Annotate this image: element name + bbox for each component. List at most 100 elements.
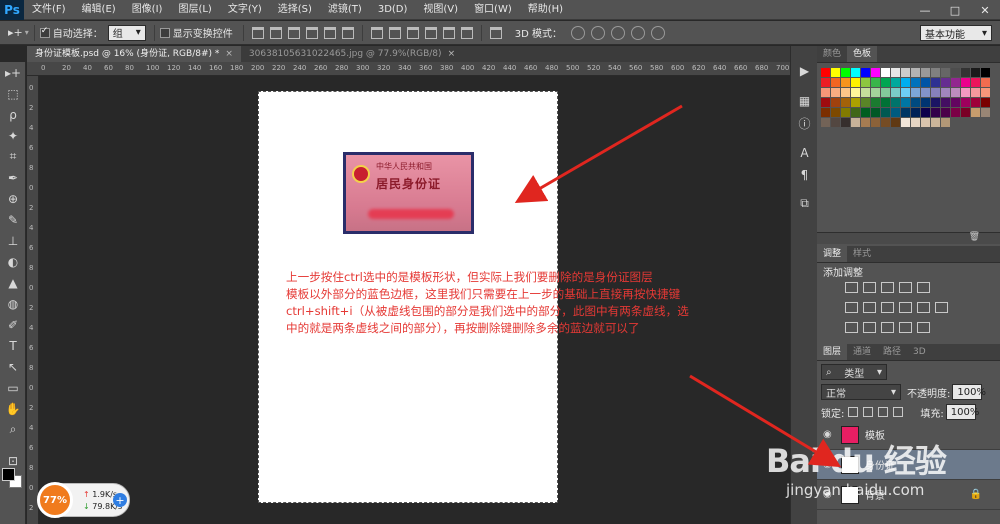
color-swatch[interactable] [831, 108, 840, 117]
color-swatch[interactable] [901, 78, 910, 87]
selective-color-icon[interactable] [917, 322, 930, 333]
tab-photo-jpg[interactable]: 30638105631022465.jpg @ 77.9%(RGB/8) × [241, 46, 463, 62]
color-swatch[interactable] [851, 98, 860, 107]
color-swatch[interactable] [941, 78, 950, 87]
color-swatch[interactable] [851, 108, 860, 117]
color-lookup-icon[interactable] [935, 302, 948, 313]
color-swatch[interactable] [911, 88, 920, 97]
color-swatch[interactable] [961, 108, 970, 117]
rectangle-tool-icon[interactable]: ▭ [0, 377, 26, 398]
distribute-vcenter-icon[interactable] [388, 26, 401, 39]
color-swatch[interactable] [841, 108, 850, 117]
tab-3d[interactable]: 3D [907, 344, 932, 360]
lock-position-icon[interactable] [878, 407, 889, 417]
color-swatch[interactable] [861, 98, 870, 107]
color-swatch[interactable] [901, 88, 910, 97]
lock-all-icon[interactable] [893, 407, 904, 417]
auto-select-checkbox[interactable] [39, 26, 50, 38]
color-swatch[interactable] [841, 118, 850, 127]
distribute-bottom-icon[interactable] [406, 26, 419, 39]
color-swatch[interactable] [871, 78, 880, 87]
color-swatch[interactable] [931, 98, 940, 107]
color-swatch[interactable] [841, 68, 850, 77]
align-bottom-icon[interactable] [287, 26, 300, 39]
photo-filter-icon[interactable] [899, 302, 912, 313]
color-swatch[interactable] [881, 68, 890, 77]
menu-help[interactable]: 帮助(H) [520, 0, 571, 20]
close-icon[interactable]: × [225, 46, 233, 62]
color-swatch[interactable] [841, 78, 850, 87]
color-swatch[interactable] [861, 118, 870, 127]
color-swatch[interactable] [921, 88, 930, 97]
color-swatch[interactable] [971, 108, 980, 117]
blend-mode-dropdown[interactable]: 正常 ▾ [821, 384, 901, 400]
color-swatch[interactable] [821, 118, 830, 127]
scale-3d-icon[interactable] [651, 25, 666, 40]
color-swatch[interactable] [971, 68, 980, 77]
menu-type[interactable]: 文字(Y) [220, 0, 270, 20]
color-swatch[interactable] [921, 78, 930, 87]
fill-input[interactable]: 100% [945, 404, 979, 420]
tab-color[interactable]: 颜色 [817, 46, 847, 62]
color-swatch[interactable] [901, 68, 910, 77]
history-brush-tool-icon[interactable]: ◐ [0, 251, 26, 272]
slide-3d-icon[interactable] [631, 25, 646, 40]
clone-stamp-tool-icon[interactable]: ⊥ [0, 230, 26, 251]
lasso-tool-icon[interactable]: ρ [0, 104, 26, 125]
foreground-color-swatch[interactable] [2, 468, 15, 481]
color-swatch[interactable] [981, 78, 990, 87]
color-swatch[interactable] [881, 118, 890, 127]
black-white-icon[interactable] [881, 302, 894, 313]
menu-select[interactable]: 选择(S) [270, 0, 320, 20]
trash-icon[interactable]: 🗑 [969, 232, 980, 242]
color-swatch[interactable] [861, 108, 870, 117]
color-swatch[interactable] [911, 78, 920, 87]
color-swatch[interactable] [961, 98, 970, 107]
color-swatch[interactable] [861, 78, 870, 87]
color-swatch[interactable] [871, 88, 880, 97]
color-swatch[interactable] [941, 118, 950, 127]
align-left-icon[interactable] [305, 26, 318, 39]
color-swatch[interactable] [821, 108, 830, 117]
color-swatch[interactable] [871, 108, 880, 117]
roll-3d-icon[interactable] [591, 25, 606, 40]
color-swatch[interactable] [881, 98, 890, 107]
menu-image[interactable]: 图像(I) [124, 0, 171, 20]
color-swatch[interactable] [891, 68, 900, 77]
gradient-map-icon[interactable] [899, 322, 912, 333]
play-action-icon[interactable]: ▶ [791, 60, 818, 82]
color-swatch[interactable] [931, 78, 940, 87]
color-swatch[interactable] [881, 108, 890, 117]
color-swatch[interactable] [961, 68, 970, 77]
color-swatch[interactable] [941, 98, 950, 107]
exposure-icon[interactable] [899, 282, 912, 293]
color-swatch[interactable] [941, 108, 950, 117]
color-swatch[interactable] [941, 68, 950, 77]
color-swatch[interactable] [951, 98, 960, 107]
color-swatch[interactable] [891, 88, 900, 97]
color-swatch[interactable] [971, 88, 980, 97]
color-swatch[interactable] [971, 78, 980, 87]
menu-filter[interactable]: 滤镜(T) [320, 0, 370, 20]
color-swatch[interactable] [831, 88, 840, 97]
color-swatch[interactable] [901, 108, 910, 117]
swatch-grid[interactable] [821, 68, 997, 128]
hue-saturation-icon[interactable] [845, 302, 858, 313]
color-swatch[interactable] [881, 78, 890, 87]
clone-source-icon[interactable]: ⧉ [791, 192, 818, 214]
color-swatch[interactable] [821, 78, 830, 87]
color-swatch[interactable] [891, 98, 900, 107]
maximize-button[interactable]: □ [940, 0, 970, 20]
color-swatch[interactable] [891, 108, 900, 117]
menu-view[interactable]: 视图(V) [415, 0, 466, 20]
auto-align-icon[interactable] [489, 26, 502, 39]
align-top-icon[interactable] [251, 26, 264, 39]
menu-layer[interactable]: 图层(L) [170, 0, 219, 20]
color-swatch[interactable] [941, 88, 950, 97]
color-swatch[interactable] [891, 118, 900, 127]
color-swatch[interactable] [981, 98, 990, 107]
marquee-tool-icon[interactable]: ⬚ [0, 83, 26, 104]
move-tool-icon[interactable]: ▸+ [0, 62, 26, 83]
brightness-icon[interactable] [845, 282, 858, 293]
auto-select-dropdown[interactable]: 组 ▾ [107, 24, 146, 41]
